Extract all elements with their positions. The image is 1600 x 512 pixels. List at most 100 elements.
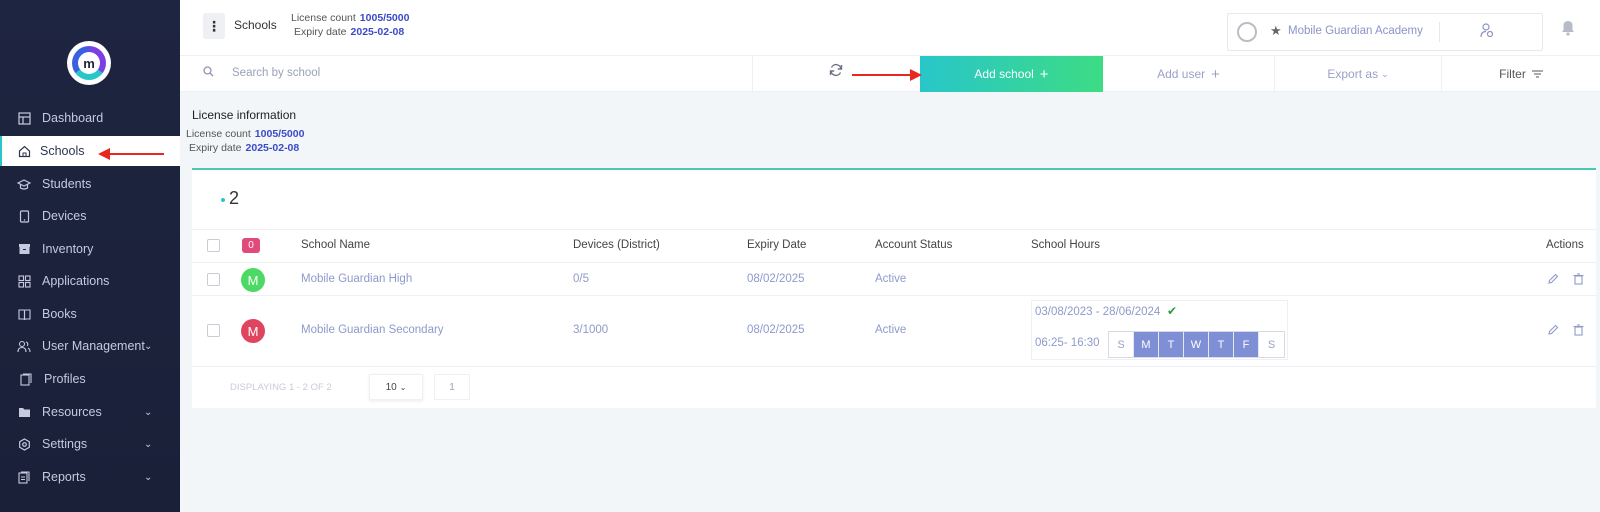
trash-icon[interactable] [1573, 324, 1584, 339]
chevron-down-icon: ⌄ [144, 471, 153, 483]
day-sunday: S [1109, 332, 1134, 357]
graduation-cap-icon [17, 177, 31, 191]
sidebar-item-label: Inventory [42, 242, 94, 256]
search-input[interactable] [232, 60, 732, 86]
sidebar-item-label: Devices [42, 209, 87, 223]
select-all-checkbox[interactable] [207, 239, 220, 252]
license-count-value: 1005/5000 [254, 128, 305, 140]
license-count-label: License count [291, 12, 356, 24]
column-header-school-hours: School Hours [1031, 239, 1101, 251]
column-header-actions: Actions [1546, 239, 1584, 251]
sidebar-item-students[interactable]: Students [0, 169, 180, 199]
search-icon [203, 66, 214, 80]
more-vertical-icon[interactable]: ⋮ [203, 13, 225, 39]
sidebar-item-label: Students [42, 177, 92, 191]
header-license-count: License count 1005/5000 [291, 12, 409, 24]
day-friday: F [1234, 332, 1259, 357]
add-user-button[interactable]: Add user + [1103, 56, 1274, 92]
status-value: Active [875, 324, 907, 336]
mobile-guardian-logo[interactable]: m [67, 41, 111, 85]
user-avatar-icon [1237, 22, 1257, 42]
divider [192, 262, 1596, 263]
filter-lines-icon [1531, 67, 1543, 81]
logo-ring: m [72, 46, 106, 80]
sidebar-item-applications[interactable]: Applications [0, 266, 180, 296]
school-avatar: M [241, 268, 265, 292]
sidebar-item-inventory[interactable]: Inventory [0, 234, 180, 264]
row-checkbox[interactable] [207, 273, 220, 286]
add-user-label: Add user [1157, 67, 1206, 81]
expiry-label: Expiry date [189, 142, 242, 154]
header-expiry-date: Expiry date 2025-02-08 [294, 26, 404, 38]
day-thursday: T [1209, 332, 1234, 357]
profile-card-icon [19, 372, 33, 386]
day-tuesday: T [1159, 332, 1184, 357]
chevron-down-icon: ⌄ [144, 406, 153, 418]
chevron-down-icon: ⌄ [1381, 68, 1389, 79]
row-checkbox[interactable] [207, 324, 220, 337]
sidebar-item-user-management[interactable]: User Management ⌄ [0, 331, 180, 361]
sidebar-item-label: Books [42, 307, 77, 321]
users-icon [17, 339, 31, 353]
license-count-value: 1005/5000 [359, 12, 410, 24]
plus-icon: + [1211, 65, 1220, 83]
box-icon [17, 242, 31, 256]
sidebar-item-settings[interactable]: Settings ⌄ [0, 429, 180, 459]
sidebar-item-label: Schools [40, 144, 85, 158]
sidebar-item-books[interactable]: Books [0, 299, 180, 329]
chevron-down-icon: ⌄ [399, 382, 407, 392]
edit-icon[interactable] [1547, 273, 1559, 288]
add-school-button[interactable]: Add school + [920, 56, 1103, 92]
bell-icon[interactable] [1561, 20, 1575, 40]
tablet-icon [17, 209, 31, 223]
status-dot [221, 198, 225, 202]
trash-icon[interactable] [1573, 273, 1584, 288]
star-icon: ★ [1270, 23, 1282, 38]
day-wednesday: W [1184, 332, 1209, 357]
sidebar-item-label: User Management [42, 339, 145, 353]
day-saturday: S [1267, 338, 1276, 351]
divider [192, 366, 1596, 367]
expiry-value: 08/02/2025 [747, 273, 805, 285]
book-icon [17, 307, 31, 321]
refresh-icon[interactable] [829, 63, 843, 81]
sidebar-item-profiles[interactable]: Profiles [0, 364, 180, 394]
column-header-account-status[interactable]: Account Status [875, 239, 952, 251]
report-icon [17, 470, 31, 484]
filter-button[interactable]: Filter [1442, 56, 1600, 92]
active-indicator [172, 144, 180, 158]
sidebar-item-resources[interactable]: Resources ⌄ [0, 397, 180, 427]
sidebar-item-schools[interactable]: Schools [0, 136, 180, 166]
export-dropdown[interactable]: Export as ⌄ [1275, 56, 1441, 92]
page-size-select[interactable]: 10 ⌄ [369, 374, 423, 400]
sidebar-item-devices[interactable]: Devices [0, 201, 180, 231]
chevron-down-icon: ⌄ [144, 438, 153, 450]
column-header-school-name[interactable]: School Name [301, 239, 370, 251]
add-school-label: Add school [974, 67, 1034, 81]
dashboard-icon [17, 111, 31, 125]
license-info-title: License information [192, 108, 297, 122]
sidebar-item-label: Resources [42, 405, 102, 419]
expiry-date-row: Expiry date 2025-02-08 [189, 142, 299, 154]
sidebar-item-reports[interactable]: Reports ⌄ [0, 462, 180, 492]
school-name-link[interactable]: Mobile Guardian High [301, 273, 412, 285]
page-size-value: 10 [385, 381, 397, 393]
pagination-summary: DISPLAYING 1 - 2 OF 2 [230, 382, 332, 393]
edit-icon[interactable] [1547, 324, 1559, 339]
school-hours-range: 03/08/2023 - 28/06/2024 [1035, 306, 1161, 318]
devices-value: 3/1000 [573, 324, 609, 336]
column-header-expiry-date[interactable]: Expiry Date [747, 239, 806, 251]
home-icon [17, 144, 31, 158]
sidebar-item-dashboard[interactable]: Dashboard [0, 103, 180, 133]
user-settings-icon[interactable] [1480, 23, 1494, 41]
chevron-down-icon: ⌄ [144, 340, 153, 352]
sidebar-item-label: Profiles [44, 372, 86, 386]
gear-icon [17, 437, 31, 451]
school-avatar: M [241, 319, 265, 343]
school-name-link[interactable]: Mobile Guardian Secondary [301, 324, 444, 336]
filter-label: Filter [1499, 67, 1526, 81]
account-switcher[interactable]: ★ Mobile Guardian Academy [1227, 13, 1543, 51]
page-button[interactable]: 1 [434, 374, 470, 400]
divider [752, 56, 753, 92]
column-header-devices[interactable]: Devices (District) [573, 239, 660, 251]
